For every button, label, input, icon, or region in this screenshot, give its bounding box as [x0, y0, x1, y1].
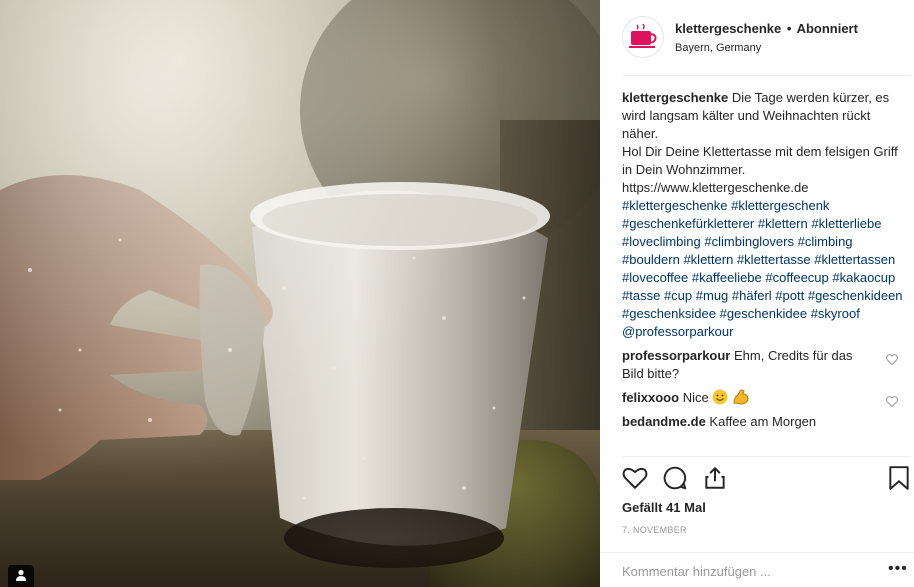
- tagged-users-button[interactable]: [8, 565, 34, 587]
- add-comment-bar: •••: [600, 552, 914, 587]
- comment-item: felixxooo Nice: [622, 389, 904, 408]
- post-header: klettergeschenke • Abonniert Bayern, Ger…: [622, 16, 910, 76]
- comment-item: professorparkour Ehm, Credits für das Bi…: [622, 347, 904, 383]
- post-location[interactable]: Bayern, Germany: [675, 42, 761, 54]
- hashtag-link[interactable]: #skyroof: [811, 306, 860, 321]
- comment-bubble-icon[interactable]: [662, 465, 688, 491]
- hashtag-link[interactable]: #klettertasse: [737, 252, 811, 267]
- comment-username[interactable]: professorparkour: [622, 348, 730, 363]
- hashtag-link[interactable]: #loveclimbing: [622, 234, 701, 249]
- comments-list[interactable]: klettergeschenke Die Tage werden kürzer,…: [622, 89, 904, 453]
- hashtag-link[interactable]: #kaffeeliebe: [692, 270, 762, 285]
- instagram-post: klettergeschenke • Abonniert Bayern, Ger…: [0, 0, 914, 587]
- hashtag-link[interactable]: #kletterliebe: [811, 216, 881, 231]
- bookmark-icon[interactable]: [888, 465, 914, 491]
- hashtag-link[interactable]: #tasse: [622, 288, 660, 303]
- caption-url[interactable]: https://www.klettergeschenke.de: [622, 180, 808, 195]
- hashtag-link[interactable]: #pott: [775, 288, 804, 303]
- comment-text: Kaffee am Morgen: [709, 414, 817, 429]
- likes-count[interactable]: Gefällt 41 Mal: [622, 500, 706, 515]
- hashtag-link[interactable]: #klettern: [683, 252, 733, 267]
- comment-like-heart-icon[interactable]: [886, 352, 898, 370]
- follow-status[interactable]: Abonniert: [797, 21, 858, 36]
- hashtag-link[interactable]: #klettergeschenk: [731, 198, 829, 213]
- hashtag-link[interactable]: #geschenkefürkletterer: [622, 216, 754, 231]
- hashtag-link[interactable]: #geschenkideen: [808, 288, 903, 303]
- header-separator: •: [786, 21, 792, 36]
- photo-dust-haze: [0, 0, 600, 587]
- post-photo[interactable]: [0, 0, 600, 587]
- hashtag-link[interactable]: #lovecoffee: [622, 270, 688, 285]
- comment-like-heart-icon[interactable]: [886, 394, 898, 412]
- hashtag-link[interactable]: #klettertassen: [814, 252, 895, 267]
- comment-item: bedandme.de Kaffee am Morgen: [622, 413, 904, 431]
- add-comment-input[interactable]: [622, 560, 862, 582]
- post-actions-bar: [622, 456, 910, 498]
- comment-username[interactable]: bedandme.de: [622, 414, 706, 429]
- cup-logo-icon: [623, 23, 663, 57]
- hashtag-link[interactable]: #häferl: [732, 288, 772, 303]
- post-sidebar: klettergeschenke • Abonniert Bayern, Ger…: [600, 0, 914, 587]
- hashtag-link[interactable]: #bouldern: [622, 252, 680, 267]
- hashtag-link[interactable]: #kakaocup: [832, 270, 895, 285]
- post-caption: klettergeschenke Die Tage werden kürzer,…: [622, 89, 904, 341]
- hashtag-link[interactable]: #klettern: [758, 216, 808, 231]
- hashtag-link[interactable]: #geschenkidee: [720, 306, 807, 321]
- header-username-row: klettergeschenke • Abonniert: [675, 21, 858, 36]
- hashtag-link[interactable]: @professorparkour: [622, 324, 733, 339]
- like-heart-icon[interactable]: [622, 465, 648, 491]
- more-options-button[interactable]: •••: [888, 561, 908, 577]
- caption-username[interactable]: klettergeschenke: [622, 90, 728, 105]
- post-date[interactable]: 7. NOVEMBER: [622, 525, 687, 535]
- hashtag-link[interactable]: #klettergeschenke: [622, 198, 728, 213]
- hashtag-link[interactable]: #mug: [696, 288, 729, 303]
- avatar[interactable]: [622, 16, 664, 58]
- flexed-biceps-emoji-icon: [732, 389, 750, 405]
- share-icon[interactable]: [702, 465, 728, 491]
- comment-text: Nice: [682, 390, 709, 405]
- header-username[interactable]: klettergeschenke: [675, 21, 781, 36]
- hashtag-link[interactable]: #cup: [664, 288, 692, 303]
- hashtag-link[interactable]: #coffeecup: [765, 270, 828, 285]
- caption-text-2: Hol Dir Deine Klettertasse mit dem felsi…: [622, 144, 898, 177]
- smile-emoji-icon: [712, 389, 732, 405]
- hashtag-link[interactable]: #geschenksidee: [622, 306, 716, 321]
- hashtag-link[interactable]: #climbinglovers: [704, 234, 794, 249]
- comment-username[interactable]: felixxooo: [622, 390, 679, 405]
- person-icon: [15, 569, 27, 584]
- caption-hashtags: #klettergeschenke #klettergeschenk #gesc…: [622, 198, 903, 339]
- hashtag-link[interactable]: #climbing: [798, 234, 853, 249]
